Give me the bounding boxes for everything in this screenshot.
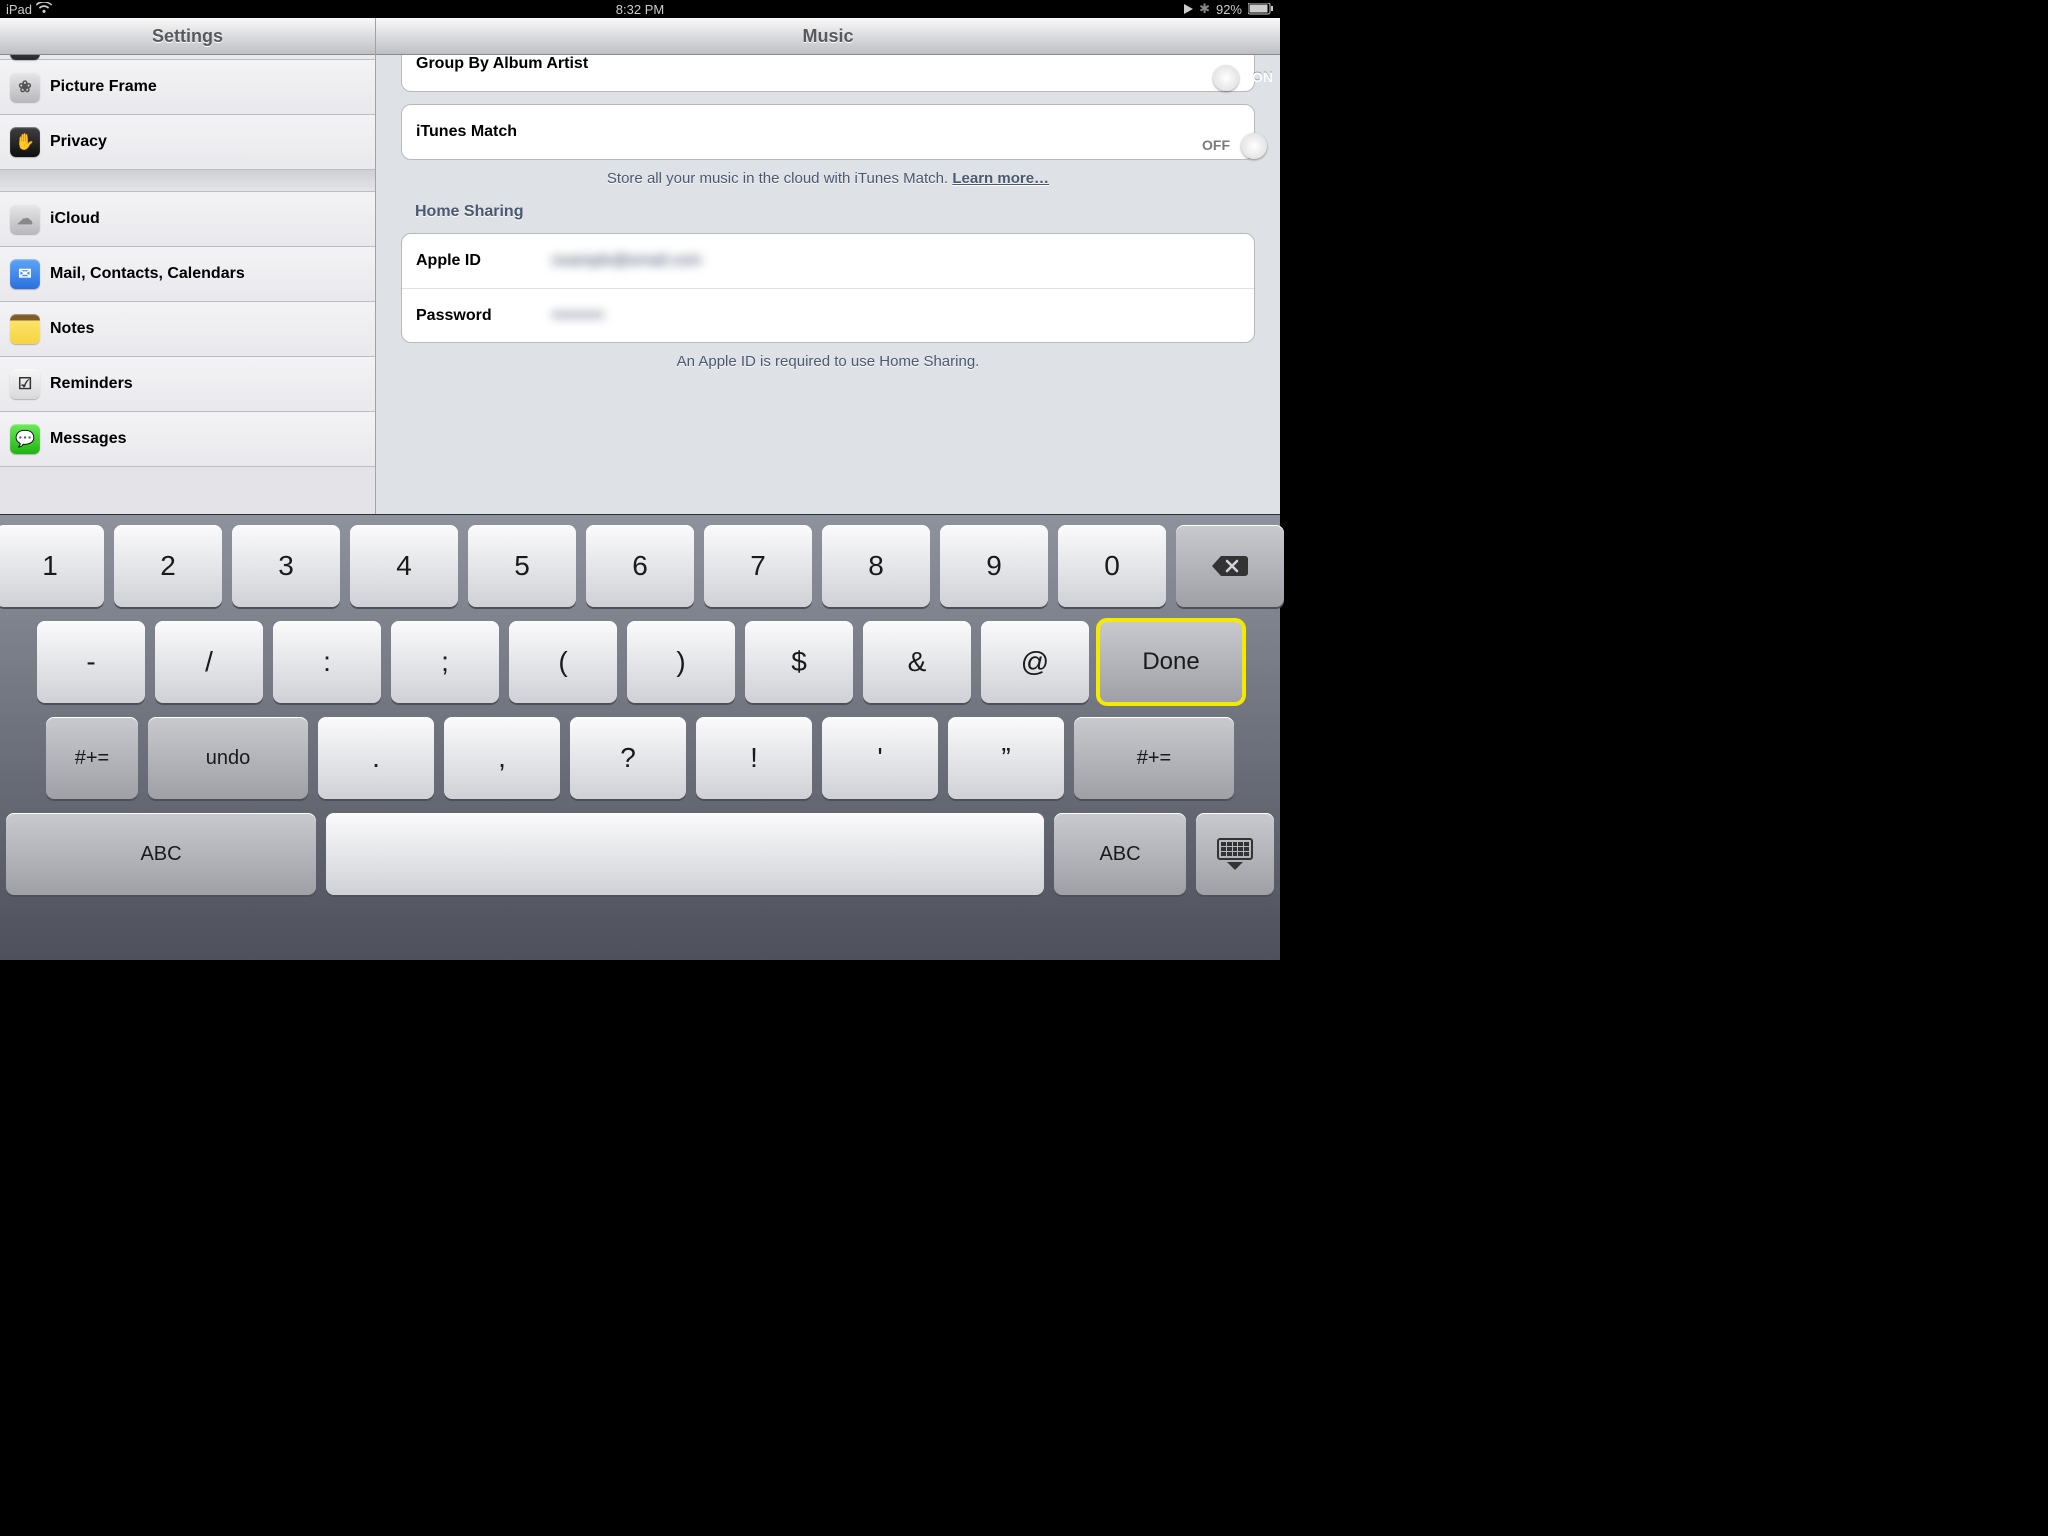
mail-icon: ✉ — [10, 259, 40, 289]
key-dollar[interactable]: $ — [745, 621, 853, 703]
key-ampersand[interactable]: & — [863, 621, 971, 703]
key-exclaim[interactable]: ! — [696, 717, 812, 799]
apple-id-row[interactable]: Apple ID example@email.com — [402, 234, 1254, 288]
key-at[interactable]: @ — [981, 621, 1089, 703]
battery-percent: 92% — [1216, 2, 1242, 17]
device-label: iPad — [6, 2, 32, 17]
cell-label: Group By Album Artist — [416, 55, 588, 73]
key-open-paren[interactable]: ( — [509, 621, 617, 703]
apple-id-field[interactable]: example@email.com — [552, 252, 702, 270]
key-comma[interactable]: , — [444, 717, 560, 799]
sidebar-item-mail[interactable]: ✉ Mail, Contacts, Calendars — [0, 247, 375, 302]
home-sharing-note: An Apple ID is required to use Home Shar… — [401, 353, 1255, 370]
password-field[interactable]: •••••••• — [552, 307, 605, 325]
key-abc-left[interactable]: ABC — [6, 813, 316, 895]
settings-sidebar: Settings ☼ Brightness & Wallpaper ❀ Pict… — [0, 18, 376, 514]
key-8[interactable]: 8 — [822, 525, 930, 607]
learn-more-link[interactable]: Learn more… — [952, 170, 1049, 187]
brightness-icon: ☼ — [10, 55, 40, 60]
key-semicolon[interactable]: ; — [391, 621, 499, 703]
key-undo[interactable]: undo — [148, 717, 308, 799]
sidebar-item-messages[interactable]: 💬 Messages — [0, 412, 375, 467]
group-by-album-artist-row[interactable]: Group By Album Artist ON — [402, 55, 1254, 91]
key-3[interactable]: 3 — [232, 525, 340, 607]
reminders-icon: ☑ — [10, 369, 40, 399]
key-hide-keyboard[interactable] — [1196, 813, 1274, 895]
sidebar-item-label: Reminders — [50, 375, 133, 393]
icloud-icon: ☁ — [10, 204, 40, 234]
key-9[interactable]: 9 — [940, 525, 1048, 607]
key-0[interactable]: 0 — [1058, 525, 1166, 607]
key-abc-right[interactable]: ABC — [1054, 813, 1186, 895]
bluetooth-icon: ✱ — [1199, 1, 1210, 17]
cell-label: iTunes Match — [416, 123, 536, 141]
sidebar-item-picture-frame[interactable]: ❀ Picture Frame — [0, 60, 375, 115]
sidebar-item-reminders[interactable]: ☑ Reminders — [0, 357, 375, 412]
battery-icon — [1248, 3, 1274, 15]
key-5[interactable]: 5 — [468, 525, 576, 607]
key-backspace[interactable] — [1176, 525, 1284, 607]
sidebar-item-label: Mail, Contacts, Calendars — [50, 265, 245, 283]
key-symbols-right[interactable]: #+= — [1074, 717, 1234, 799]
sidebar-item-label: Messages — [50, 430, 127, 448]
itunes-match-row[interactable]: iTunes Match OFF — [402, 105, 1254, 159]
apple-id-label: Apple ID — [416, 252, 536, 270]
hide-keyboard-icon — [1217, 838, 1253, 870]
key-quote[interactable]: ” — [948, 717, 1064, 799]
sidebar-item-label: Notes — [50, 320, 94, 338]
picture-frame-icon: ❀ — [10, 72, 40, 102]
settings-detail: Music Group By Album Artist ON iTunes Ma… — [376, 18, 1280, 514]
password-label: Password — [416, 307, 536, 325]
sidebar-item-label: Privacy — [50, 133, 107, 151]
content-title: Music — [376, 18, 1280, 55]
sidebar-item-icloud[interactable]: ☁ iCloud — [0, 192, 375, 247]
backspace-icon — [1211, 554, 1249, 578]
key-2[interactable]: 2 — [114, 525, 222, 607]
key-4[interactable]: 4 — [350, 525, 458, 607]
sidebar-title: Settings — [0, 18, 375, 55]
key-colon[interactable]: : — [273, 621, 381, 703]
key-question[interactable]: ? — [570, 717, 686, 799]
messages-icon: 💬 — [10, 424, 40, 454]
key-7[interactable]: 7 — [704, 525, 812, 607]
key-slash[interactable]: / — [155, 621, 263, 703]
sidebar-item-label: Picture Frame — [50, 78, 157, 96]
home-sharing-header: Home Sharing — [415, 203, 1255, 221]
clock: 8:32 PM — [616, 2, 664, 17]
key-symbols-left[interactable]: #+= — [46, 717, 138, 799]
status-bar: iPad 8:32 PM ✱ 92% — [0, 0, 1280, 18]
sidebar-item-notes[interactable]: Notes — [0, 302, 375, 357]
key-done[interactable]: Done — [1099, 621, 1243, 703]
key-6[interactable]: 6 — [586, 525, 694, 607]
sidebar-item-label: iCloud — [50, 210, 100, 228]
key-hyphen[interactable]: - — [37, 621, 145, 703]
on-screen-keyboard: 1 2 3 4 5 6 7 8 9 0 - / : ; ( ) $ & @ Do… — [0, 514, 1280, 960]
key-space[interactable] — [326, 813, 1044, 895]
key-apostrophe[interactable]: ' — [822, 717, 938, 799]
play-icon — [1184, 2, 1193, 17]
key-close-paren[interactable]: ) — [627, 621, 735, 703]
itunes-match-note: Store all your music in the cloud with i… — [401, 170, 1255, 187]
key-period[interactable]: . — [318, 717, 434, 799]
key-1[interactable]: 1 — [0, 525, 104, 607]
sidebar-item-privacy[interactable]: ✋ Privacy — [0, 115, 375, 170]
privacy-icon: ✋ — [10, 127, 40, 157]
wifi-icon — [36, 2, 52, 17]
notes-icon — [10, 314, 40, 344]
password-row[interactable]: Password •••••••• — [402, 288, 1254, 342]
